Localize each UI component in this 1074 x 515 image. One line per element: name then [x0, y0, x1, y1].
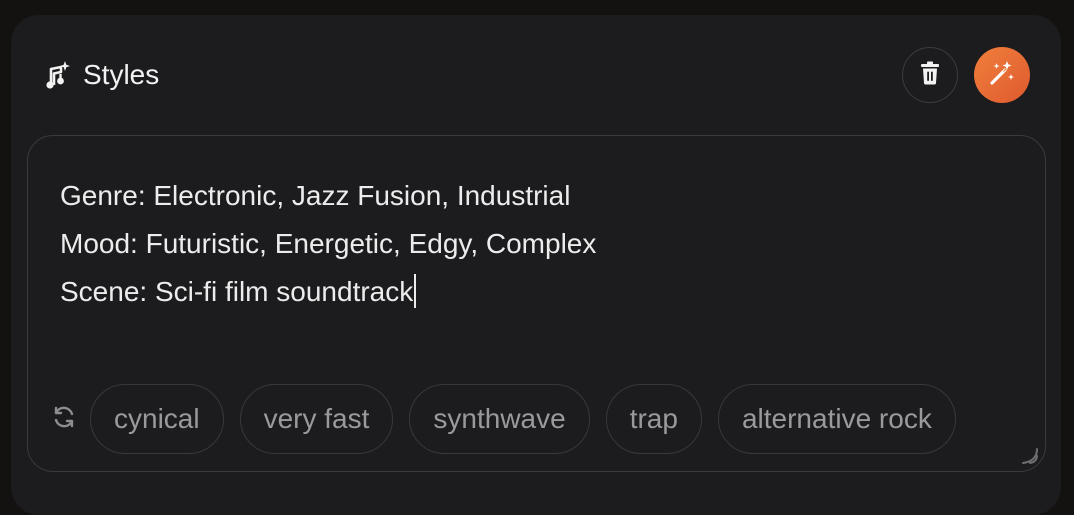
resize-handle[interactable] [1017, 443, 1039, 465]
text-caret [414, 274, 416, 308]
style-line-genre: Genre: Electronic, Jazz Fusion, Industri… [60, 180, 571, 211]
trash-icon [920, 61, 940, 90]
magic-wand-icon [988, 59, 1016, 92]
suggestion-chip-alternative-rock[interactable]: alternative rock [717, 384, 956, 454]
suggestion-chip-very-fast[interactable]: very fast [239, 384, 394, 454]
refresh-icon [51, 404, 77, 435]
suggestion-chip-cynical[interactable]: cynical [90, 384, 224, 454]
style-line-mood: Mood: Futuristic, Energetic, Edgy, Compl… [60, 228, 597, 259]
styles-panel: Styles Genre: Electronic, Jazz Fusion, I… [11, 15, 1061, 515]
style-line-scene-text: Scene: Sci-fi film soundtrack [60, 276, 414, 307]
panel-title: Styles [45, 59, 159, 91]
suggestion-chip-synthwave[interactable]: synthwave [409, 384, 590, 454]
panel-title-label: Styles [83, 59, 160, 90]
style-line-scene: Scene: Sci-fi film soundtrack [60, 268, 1000, 316]
music-sparkle-icon [45, 60, 71, 90]
delete-button[interactable] [902, 47, 958, 103]
style-editor[interactable]: Genre: Electronic, Jazz Fusion, Industri… [27, 135, 1046, 472]
suggestion-chips: cynical very fast synthwave trap alterna… [48, 384, 956, 454]
suggestion-chip-trap[interactable]: trap [605, 384, 702, 454]
style-textarea[interactable]: Genre: Electronic, Jazz Fusion, Industri… [60, 172, 1000, 316]
refresh-suggestions-button[interactable] [48, 403, 80, 435]
magic-generate-button[interactable] [974, 47, 1030, 103]
panel-header: Styles [11, 15, 1061, 135]
